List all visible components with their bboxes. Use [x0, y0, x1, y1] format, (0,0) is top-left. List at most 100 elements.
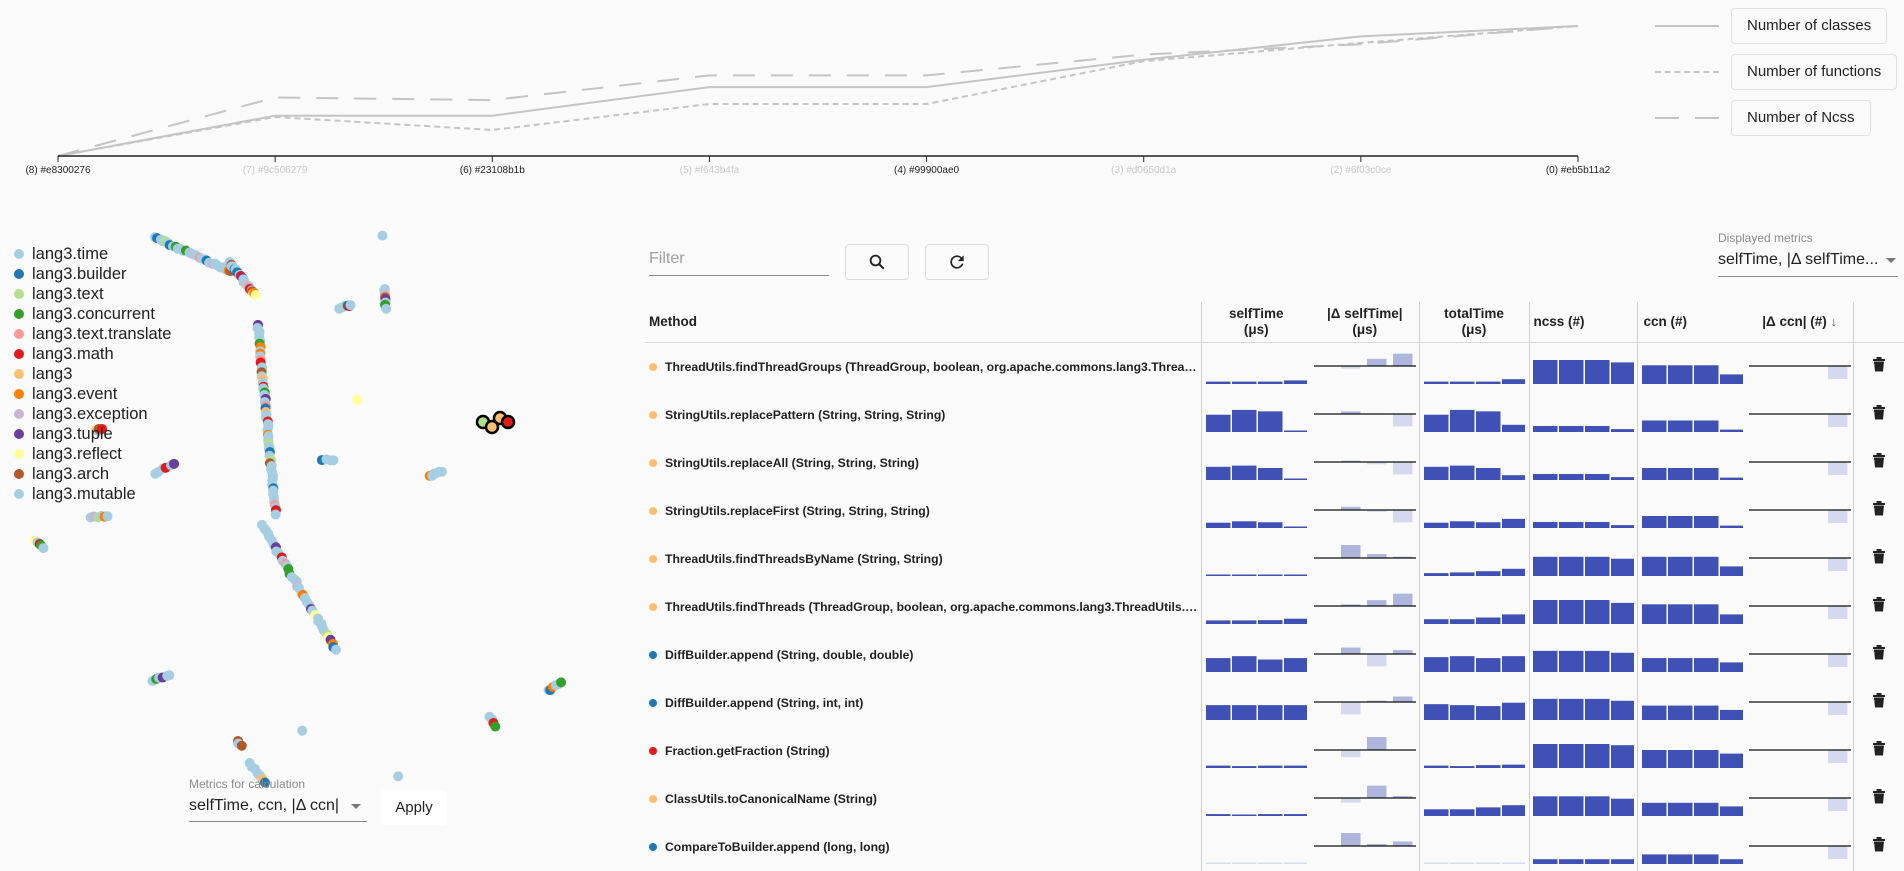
method-cell[interactable]: ThreadUtils.findThreadGroups (ThreadGrou… [645, 343, 1201, 392]
sort-descending-icon[interactable]: ↓ [1831, 314, 1838, 329]
calc-metrics-select[interactable]: selfTime, ccn, |Δ ccn| [189, 793, 367, 822]
legend-item[interactable]: lang3.time [14, 244, 171, 264]
method-cell[interactable]: ClassUtils.toCanonicalName (String) [645, 775, 1201, 823]
legend-item[interactable]: lang3.text [14, 284, 171, 304]
method-point[interactable] [331, 644, 342, 655]
method-point[interactable] [377, 230, 388, 241]
ncss-sparkline [1533, 744, 1634, 768]
delete-row-button[interactable] [1852, 583, 1904, 631]
legend-functions[interactable]: Number of functions [1655, 54, 1898, 90]
delete-row-button[interactable] [1852, 679, 1904, 727]
ccn-cell [1636, 439, 1747, 487]
method-point[interactable] [102, 511, 113, 522]
legend-item[interactable]: lang3.reflect [14, 444, 171, 464]
legend-item[interactable]: lang3.exception [14, 404, 171, 424]
method-point[interactable] [164, 670, 175, 681]
method-point[interactable] [297, 725, 308, 736]
method-point[interactable] [381, 303, 392, 314]
header-total-time[interactable]: totalTime (μs) [1418, 302, 1529, 343]
delete-row-button[interactable] [1852, 391, 1904, 439]
table-row[interactable]: ThreadUtils.findThreadsByName (String, S… [645, 535, 1904, 583]
method-point[interactable] [236, 740, 247, 751]
method-cell[interactable]: StringUtils.replaceFirst (String, String… [645, 487, 1201, 535]
delete-row-button[interactable] [1852, 631, 1904, 679]
table-row[interactable]: DiffBuilder.append (String, double, doub… [645, 631, 1904, 679]
dSelfTime-cell [1311, 679, 1419, 727]
apply-button[interactable]: Apply [381, 790, 447, 825]
method-cell[interactable]: CompareToBuilder.append (long, long) [645, 823, 1201, 871]
header-ccn[interactable]: ccn (#) [1636, 302, 1747, 343]
package-color-dot [649, 554, 657, 563]
table-row[interactable]: StringUtils.replaceAll (String, String, … [645, 439, 1904, 487]
table-row[interactable]: StringUtils.replaceFirst (String, String… [645, 487, 1904, 535]
method-point[interactable] [345, 300, 356, 311]
legend-item[interactable]: lang3.mutable [14, 484, 171, 504]
legend-item[interactable]: lang3.math [14, 344, 171, 364]
method-cell[interactable]: DiffBuilder.append (String, double, doub… [645, 631, 1201, 679]
table-row[interactable]: DiffBuilder.append (String, int, int) [645, 679, 1904, 727]
refresh-button[interactable] [925, 244, 989, 280]
selfTime-sparkline [1206, 618, 1308, 624]
header-ncss[interactable]: ncss (#) [1528, 302, 1637, 343]
delete-row-button[interactable] [1852, 487, 1904, 535]
selected-method-point[interactable] [500, 414, 516, 430]
table-row[interactable]: Fraction.getFraction (String) [645, 727, 1904, 775]
method-cell[interactable]: DiffBuilder.append (String, int, int) [645, 679, 1201, 727]
method-cell[interactable]: Fraction.getFraction (String) [645, 727, 1201, 775]
metric-bar [1258, 522, 1283, 528]
legend-classes[interactable]: Number of classes [1655, 8, 1888, 44]
filter-input[interactable] [649, 243, 829, 276]
legend-ncss[interactable]: Number of Ncss [1655, 100, 1871, 136]
toggle-classes-button[interactable]: Number of classes [1731, 8, 1888, 44]
legend-item[interactable]: lang3.text.translate [14, 324, 171, 344]
search-button[interactable] [845, 244, 909, 280]
delete-row-button[interactable] [1852, 775, 1904, 823]
x-tick-label[interactable]: (3) #d0650d1a [1111, 165, 1176, 176]
legend-item[interactable]: lang3.arch [14, 464, 171, 484]
delete-row-button[interactable] [1852, 727, 1904, 775]
legend-item[interactable]: lang3.builder [14, 264, 171, 284]
method-point[interactable] [352, 394, 363, 405]
toggle-functions-button[interactable]: Number of functions [1731, 54, 1898, 90]
legend-item[interactable]: lang3.event [14, 384, 171, 404]
delete-row-button[interactable] [1852, 342, 1904, 391]
x-tick-label[interactable]: (8) #e8300276 [25, 165, 90, 176]
displayed-metrics-select[interactable]: selfTime, |Δ selfTime... [1718, 248, 1898, 277]
method-cell[interactable]: ThreadUtils.findThreads (ThreadGroup, bo… [645, 583, 1201, 631]
method-point[interactable] [436, 466, 447, 477]
delete-row-button[interactable] [1852, 535, 1904, 583]
x-tick-label[interactable]: (5) #f643b4fa [680, 165, 740, 176]
dSelfTime-sparkline [1313, 737, 1416, 758]
dCcn-sparkline [1748, 413, 1851, 427]
table-row[interactable]: ThreadUtils.findThreadGroups (ThreadGrou… [645, 342, 1904, 392]
method-point[interactable] [38, 543, 49, 554]
header-delta-self-time[interactable]: |Δ selfTime| (μs) [1311, 302, 1419, 343]
delete-row-button[interactable] [1852, 439, 1904, 487]
method-point[interactable] [556, 677, 567, 688]
x-tick-label[interactable]: (0) #eb5b11a2 [1546, 165, 1611, 176]
method-point[interactable] [393, 771, 404, 782]
x-tick-label[interactable]: (2) #6f03c0ce [1330, 165, 1392, 176]
toggle-ncss-button[interactable]: Number of Ncss [1731, 100, 1871, 136]
header-delta-ccn[interactable]: |Δ ccn| (#) ↓ [1747, 302, 1853, 343]
method-point[interactable] [250, 289, 261, 300]
header-self-time[interactable]: selfTime (μs) [1200, 302, 1311, 343]
method-point[interactable] [270, 509, 281, 520]
table-row[interactable]: ThreadUtils.findThreads (ThreadGroup, bo… [645, 583, 1904, 631]
delete-row-button[interactable] [1852, 823, 1904, 871]
table-row[interactable]: CompareToBuilder.append (long, long) [645, 823, 1904, 871]
legend-item[interactable]: lang3 [14, 364, 171, 384]
table-row[interactable]: ClassUtils.toCanonicalName (String) [645, 775, 1904, 823]
x-tick-label[interactable]: (7) #9c506279 [243, 165, 308, 176]
method-cell[interactable]: StringUtils.replaceAll (String, String, … [645, 439, 1201, 487]
table-row[interactable]: StringUtils.replacePattern (String, Stri… [645, 391, 1904, 439]
header-method[interactable]: Method [645, 302, 1201, 343]
method-cell[interactable]: ThreadUtils.findThreadsByName (String, S… [645, 535, 1201, 583]
x-tick-label[interactable]: (4) #99900ae0 [894, 165, 959, 176]
legend-item[interactable]: lang3.tuple [14, 424, 171, 444]
x-tick-label[interactable]: (6) #23108b1b [460, 165, 525, 176]
legend-item[interactable]: lang3.concurrent [14, 304, 171, 324]
method-cell[interactable]: StringUtils.replacePattern (String, Stri… [645, 391, 1201, 439]
method-point[interactable] [328, 455, 339, 466]
method-point[interactable] [490, 721, 501, 732]
